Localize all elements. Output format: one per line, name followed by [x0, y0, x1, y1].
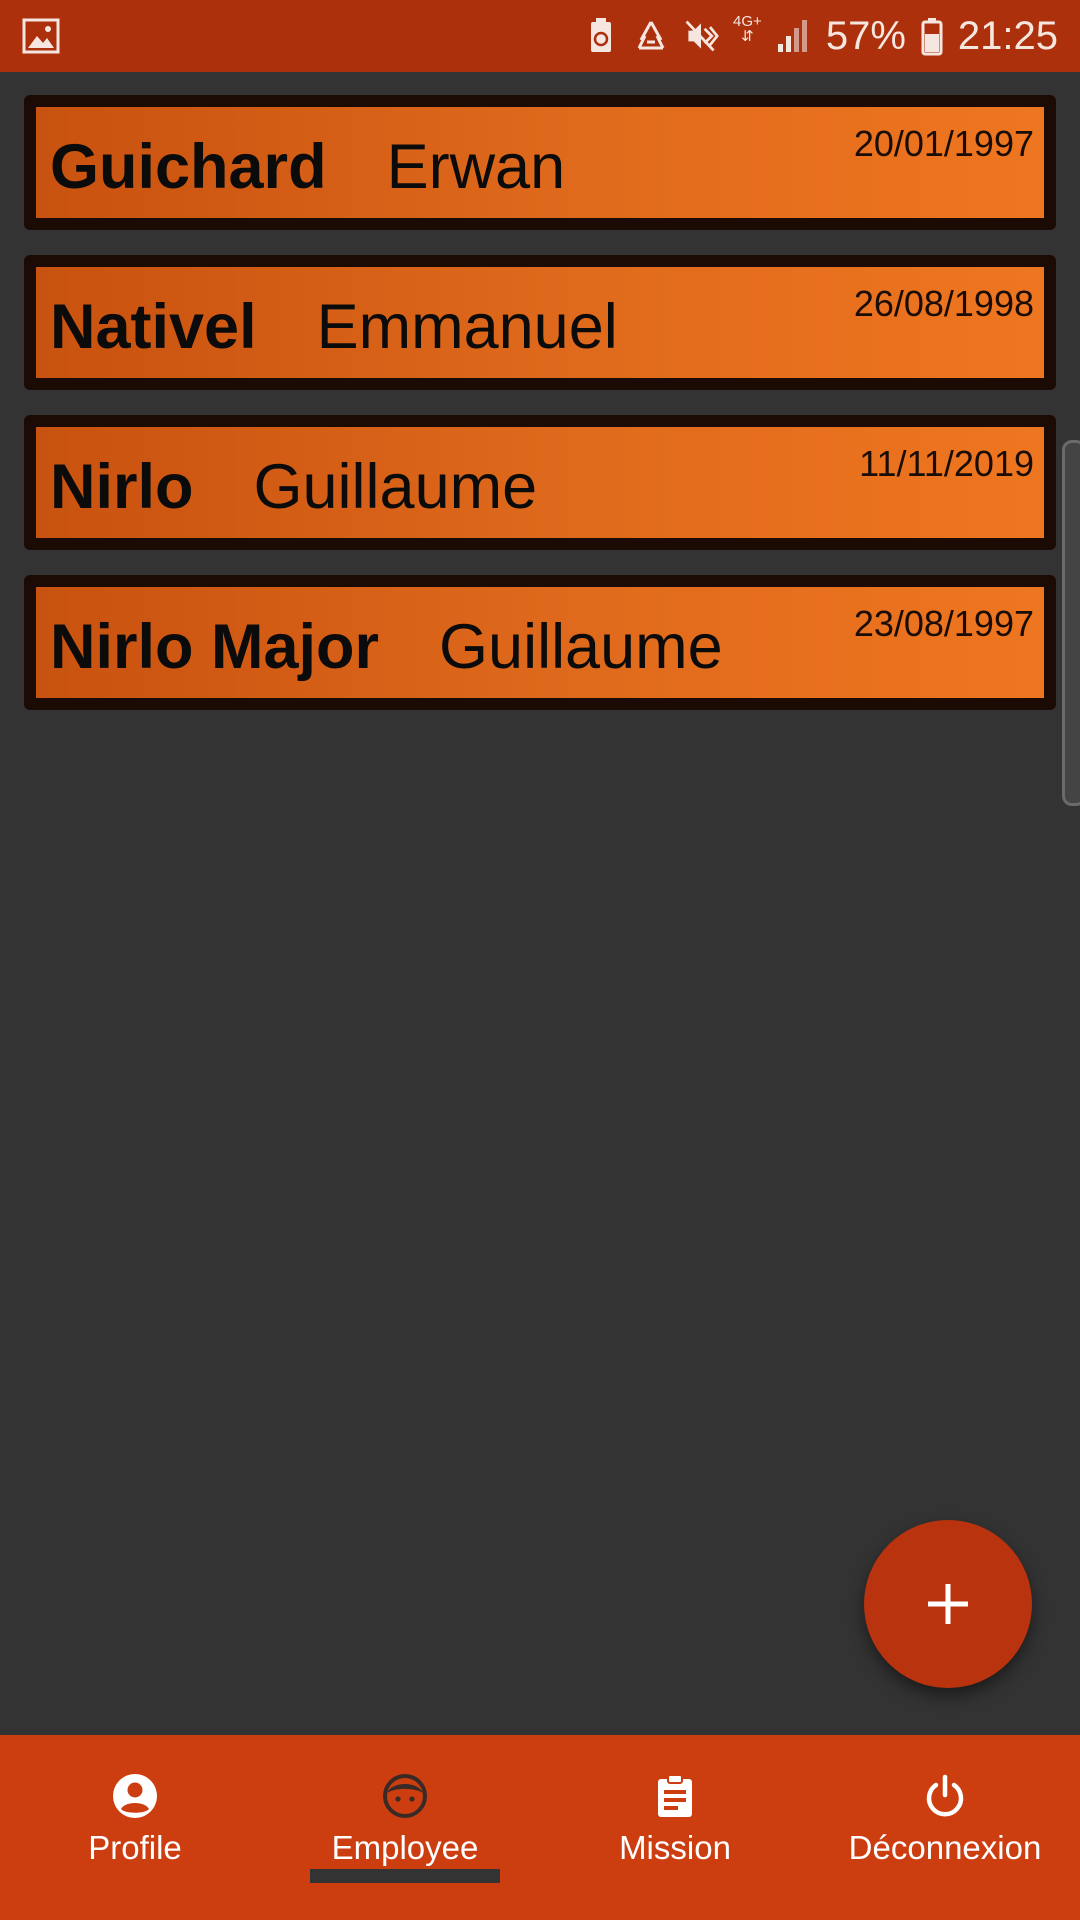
employee-first-name: Guillaume	[253, 452, 538, 522]
add-employee-button[interactable]	[864, 1520, 1032, 1688]
screen: 4G+ ⇵ 57% 21:25 GuichardErwan 20/01/199	[0, 0, 1080, 1920]
employee-name: Guichard Erwan	[50, 131, 565, 203]
battery-icon	[921, 18, 943, 56]
employee-name: Nirlo Guillaume	[50, 451, 537, 523]
nav-label-profile: Profile	[88, 1829, 182, 1866]
employee-last-name: Nativel	[50, 292, 257, 362]
face-icon	[383, 1774, 427, 1818]
employee-first-name: Guillaume	[439, 612, 723, 682]
employee-date: 20/01/1997	[853, 123, 1034, 164]
employee-name: Nirlo Major Guillaume	[50, 611, 723, 683]
employee-last-name: Guichard	[50, 132, 327, 202]
account-circle-icon	[113, 1774, 157, 1818]
employee-first-name: Erwan	[386, 132, 566, 202]
employee-list: Guichard Erwan 20/01/1997 Nativel Emmanuel…	[24, 95, 1056, 735]
clock: 21:25	[957, 13, 1058, 58]
nav-label-employee: Employee	[331, 1829, 479, 1866]
nav-item-deconnexion[interactable]: Déconnexion	[810, 1735, 1080, 1920]
recycle-icon	[637, 21, 665, 50]
nav-label-deconnexion: Déconnexion	[848, 1829, 1042, 1866]
employee-date: 11/11/2019	[859, 443, 1034, 484]
employee-date: 23/08/1997	[853, 603, 1034, 644]
employee-card[interactable]: Nirlo Major Guillaume 23/08/1997	[24, 575, 1056, 710]
employee-card-body: Guichard Erwan 20/01/1997	[36, 107, 1044, 218]
employee-card[interactable]: Nativel Emmanuel 26/08/1998	[24, 255, 1056, 390]
power-icon	[926, 1774, 964, 1817]
clipboard-icon	[658, 1774, 692, 1817]
network-4g-icon: 4G+ ⇵	[733, 13, 762, 45]
employee-card-body: Nirlo Major Guillaume 23/08/1997	[36, 587, 1044, 698]
nav-item-profile[interactable]: Profile	[0, 1735, 270, 1920]
employee-name: Nativel Emmanuel	[50, 291, 618, 363]
employee-first-name: Emmanuel	[316, 292, 618, 362]
nav-label-mission: Mission	[619, 1829, 731, 1866]
network-type-label: 4G+	[733, 13, 762, 30]
vibrate-mute-icon	[685, 20, 719, 52]
employee-card[interactable]: Nirlo Guillaume 11/11/2019	[24, 415, 1056, 550]
employee-date: 26/08/1998	[853, 283, 1034, 324]
nav-item-employee[interactable]: Employee	[270, 1735, 540, 1920]
scroll-indicator[interactable]	[1062, 440, 1080, 806]
nav-item-mission[interactable]: Mission	[540, 1735, 810, 1920]
battery-saver-icon	[591, 18, 612, 52]
employee-card[interactable]: Guichard Erwan 20/01/1997	[24, 95, 1056, 230]
employee-last-name: Nirlo Major	[50, 612, 380, 682]
status-icons: 4G+ ⇵ 57% 21:25	[583, 0, 1058, 72]
gallery-icon	[22, 18, 60, 54]
bottom-navigation: Profile Employee Mission Déconnexion	[0, 1735, 1080, 1920]
signal-icon	[777, 20, 807, 52]
battery-percent: 57%	[825, 13, 906, 58]
plus-icon	[928, 1584, 968, 1624]
active-tab-indicator	[310, 1869, 500, 1883]
employee-card-body: Nativel Emmanuel 26/08/1998	[36, 267, 1044, 378]
employee-card-body: Nirlo Guillaume 11/11/2019	[36, 427, 1044, 538]
employee-last-name: Nirlo	[50, 452, 194, 522]
status-bar: 4G+ ⇵ 57% 21:25	[0, 0, 1080, 72]
